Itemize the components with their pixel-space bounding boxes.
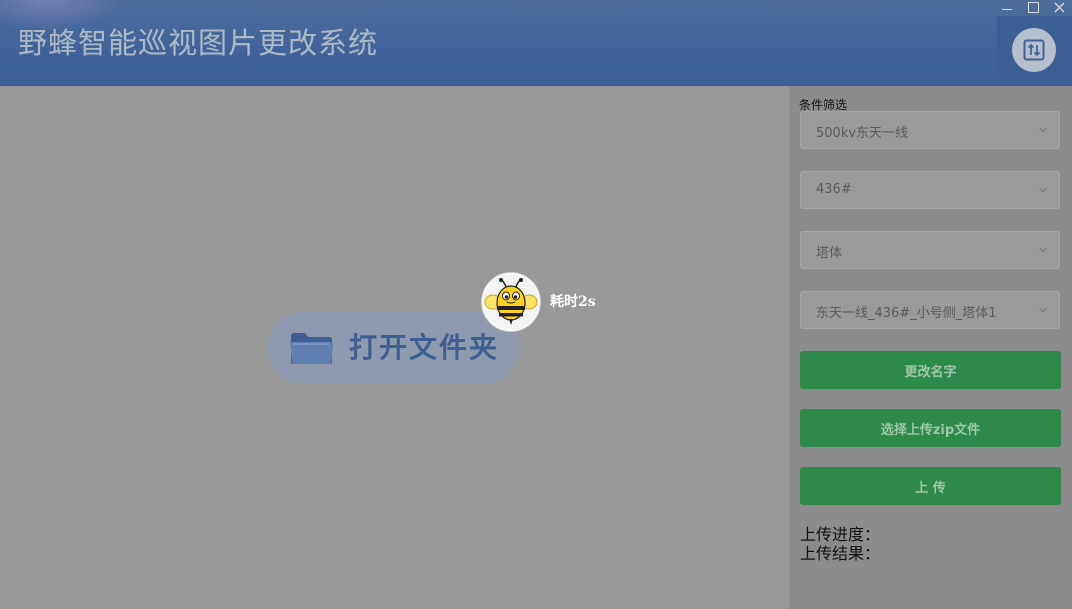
maximize-icon: [1027, 1, 1039, 13]
name-select[interactable]: 东天一线_436#_小号侧_塔体1: [800, 291, 1060, 329]
upload-sort-icon: [1023, 39, 1045, 61]
upload-result-label: 上传结果：: [800, 544, 881, 563]
upload-tile-button[interactable]: [997, 16, 1072, 84]
chevron-down-icon: [1039, 247, 1047, 253]
line-select-value: 500kv东天一线: [816, 126, 909, 141]
main-area: 打开文件夹 耗时2s: [0, 86, 789, 609]
right-panel: 条件筛选 500kv东天一线 436# 塔体 东天一线_436#_小号侧_塔体1…: [789, 86, 1072, 609]
name-select-value: 东天一线_436#_小号侧_塔体1: [816, 306, 997, 321]
maximize-button[interactable]: [1020, 0, 1046, 14]
close-icon: [1054, 2, 1064, 12]
part-select-value: 塔体: [816, 246, 843, 261]
upload-button[interactable]: 上 传: [800, 467, 1061, 505]
minimize-icon: [1002, 8, 1012, 10]
tower-number-select-value: 436#: [816, 182, 852, 197]
upload-circle: [1012, 28, 1056, 72]
window-controls: [994, 0, 1072, 16]
rename-button[interactable]: 更改名字: [800, 351, 1061, 389]
folder-icon: [290, 333, 333, 364]
bee-mascot: [481, 272, 541, 332]
chevron-down-icon: [1039, 127, 1047, 133]
line-select[interactable]: 500kv东天一线: [800, 111, 1060, 149]
choose-zip-button[interactable]: 选择上传zip文件: [800, 409, 1061, 447]
minimize-button[interactable]: [994, 0, 1020, 14]
bee-mascot-icon: [483, 274, 539, 330]
app-title: 野蜂智能巡视图片更改系统: [18, 26, 379, 60]
chevron-down-icon: [1039, 307, 1047, 313]
chevron-down-icon: [1039, 187, 1047, 193]
tower-number-select[interactable]: 436#: [800, 171, 1060, 209]
close-button[interactable]: [1046, 0, 1072, 14]
elapsed-time-label: 耗时2s: [550, 294, 596, 310]
open-folder-label: 打开文件夹: [349, 331, 500, 364]
open-folder-button[interactable]: 打开文件夹: [267, 312, 519, 384]
title-bar: 野蜂智能巡视图片更改系统: [0, 0, 1072, 86]
part-select[interactable]: 塔体: [800, 231, 1060, 269]
upload-progress-label: 上传进度：: [800, 525, 881, 544]
